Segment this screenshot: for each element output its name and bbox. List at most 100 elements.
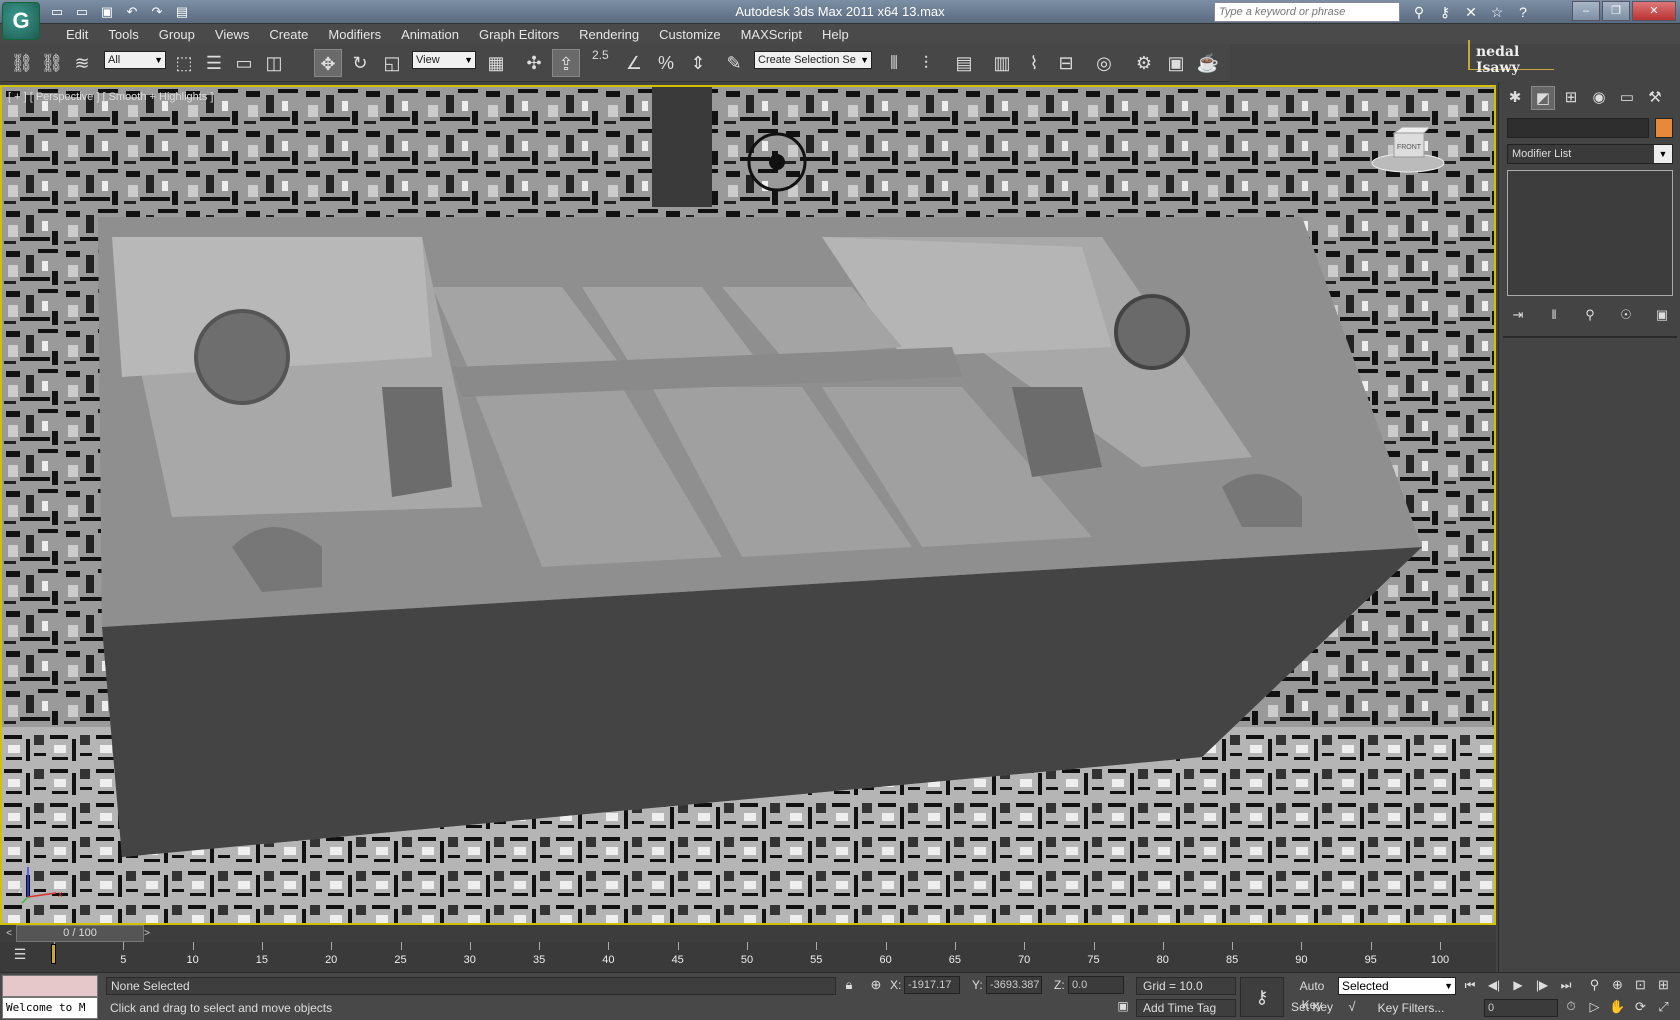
application-menu-button[interactable]: G (2, 2, 40, 40)
default-tangent-icon[interactable]: √ (1342, 999, 1362, 1017)
make-unique-icon[interactable]: ⚲ (1579, 304, 1601, 326)
go-to-end-icon[interactable]: ⏭ (1556, 975, 1576, 995)
select-and-move-icon[interactable]: ✥ (314, 49, 342, 77)
curve-editor-icon[interactable]: ⌇ (1020, 49, 1048, 77)
save-file-icon[interactable]: ▣ (96, 3, 118, 21)
menu-create[interactable]: Create (259, 27, 318, 42)
mirror-icon[interactable]: ⫴ (880, 49, 908, 77)
named-selection-dropdown[interactable]: Create Selection Se ▼ (754, 51, 872, 69)
modifier-list-dropdown[interactable]: Modifier List ▼ (1507, 144, 1673, 164)
project-folder-icon[interactable]: ▤ (171, 3, 193, 21)
time-slider[interactable]: < 0 / 100 > (0, 925, 1496, 942)
z-coord-field[interactable]: 0.0 (1068, 976, 1124, 994)
keyboard-shortcut-override-icon[interactable]: ⇪ (552, 49, 580, 77)
go-to-start-icon[interactable]: ⏮ (1460, 975, 1480, 995)
add-time-tag-icon[interactable]: ▣ (1114, 999, 1132, 1017)
configure-modifier-sets-icon[interactable]: ▣ (1651, 304, 1673, 326)
maxscript-output[interactable]: Welcome to M (2, 997, 98, 1019)
set-key-button[interactable]: Set Key (1288, 998, 1336, 1017)
set-keys-key-icon[interactable]: ⚷ (1240, 977, 1284, 1017)
time-slider-thumb[interactable]: 0 / 100 (16, 925, 144, 942)
x-coord-field[interactable]: -1917.17 (904, 976, 960, 994)
pan-icon[interactable]: ✋ (1607, 997, 1628, 1017)
render-production-icon[interactable]: ☕ (1194, 49, 1222, 77)
menu-group[interactable]: Group (149, 27, 205, 42)
y-coord-field[interactable]: -3693.387 (986, 976, 1042, 994)
angle-snap-icon[interactable]: ∠ (620, 49, 648, 77)
layer-manager-icon[interactable]: ▤ (950, 49, 978, 77)
new-scene-icon[interactable]: ▭ (46, 3, 68, 21)
menu-edit[interactable]: Edit (56, 27, 98, 42)
reference-coordinate-dropdown[interactable]: View ▼ (412, 51, 476, 69)
rectangular-selection-icon[interactable]: ▭ (230, 49, 258, 77)
previous-key-icon[interactable]: ◀| (1484, 975, 1504, 995)
next-key-icon[interactable]: |▶ (1532, 975, 1552, 995)
binoculars-icon[interactable]: ⚲ (1408, 2, 1430, 22)
pin-stack-icon[interactable]: ⇥ (1507, 304, 1529, 326)
select-and-rotate-icon[interactable]: ↻ (346, 49, 374, 77)
auto-key-button[interactable]: Auto Key (1288, 977, 1336, 1012)
unlink-selection-icon[interactable]: ⛓ (38, 49, 66, 77)
zoom-extents-icon[interactable]: ⊡ (1630, 975, 1651, 995)
zoom-all-icon[interactable]: ⊕ (1607, 975, 1628, 995)
minimize-button[interactable]: – (1572, 1, 1600, 21)
orbit-icon[interactable]: ⟳ (1630, 997, 1651, 1017)
play-icon[interactable]: ▶ (1508, 975, 1528, 995)
next-frame-icon[interactable]: > (140, 925, 154, 942)
percent-snap-icon[interactable]: % (652, 49, 680, 77)
menu-tools[interactable]: Tools (98, 27, 148, 42)
favorites-star-icon[interactable]: ☆ (1486, 2, 1508, 22)
utilities-tab-icon[interactable]: ⚒ (1643, 86, 1667, 110)
search-input[interactable]: Type a keyword or phrase (1214, 2, 1400, 22)
modifier-stack-list[interactable] (1507, 170, 1673, 296)
show-end-result-icon[interactable]: ‖ (1543, 304, 1565, 326)
menu-rendering[interactable]: Rendering (569, 27, 649, 42)
communication-icon[interactable]: ✕ (1460, 2, 1482, 22)
maximize-viewport-icon[interactable]: ⤢ (1653, 997, 1674, 1017)
mini-curve-editor-icon[interactable]: ☰ (8, 946, 32, 966)
menu-modifiers[interactable]: Modifiers (318, 27, 391, 42)
select-and-scale-icon[interactable]: ◱ (378, 49, 406, 77)
rendered-frame-window-icon[interactable]: ▣ (1162, 49, 1190, 77)
subscription-key-icon[interactable]: ⚷ (1434, 2, 1456, 22)
motion-tab-icon[interactable]: ◉ (1587, 86, 1611, 110)
track-bar-ruler[interactable]: 5 10 15 20 25 30 35 40 45 50 55 60 65 70 75 80 85 90 95 100 (54, 942, 1449, 972)
key-mode-dropdown[interactable]: Selected ▼ (1338, 977, 1456, 995)
maxscript-mini-listener[interactable]: Welcome to M (2, 975, 98, 1019)
selection-filter-dropdown[interactable]: All ▼ (104, 51, 166, 69)
time-configuration-icon[interactable]: ⏱ (1562, 999, 1580, 1017)
restore-button[interactable]: ❐ (1602, 1, 1630, 21)
key-filters-button[interactable]: Key Filters... (1366, 999, 1456, 1017)
field-of-view-icon[interactable]: ▷ (1584, 997, 1605, 1017)
object-color-swatch[interactable] (1655, 118, 1673, 138)
menu-help[interactable]: Help (812, 27, 859, 42)
menu-maxscript[interactable]: MAXScript (731, 27, 812, 42)
menu-views[interactable]: Views (205, 27, 259, 42)
current-frame-field[interactable]: 0 (1484, 999, 1558, 1017)
menu-graph-editors[interactable]: Graph Editors (469, 27, 569, 42)
display-tab-icon[interactable]: ▭ (1615, 86, 1639, 110)
use-pivot-center-icon[interactable]: ▦ (482, 49, 510, 77)
window-crossing-icon[interactable]: ◫ (260, 49, 288, 77)
selection-lock-icon[interactable]: 🔒︎ (840, 977, 858, 995)
hierarchy-tab-icon[interactable]: ⊞ (1559, 86, 1583, 110)
absolute-mode-icon[interactable]: ⊕ (866, 977, 886, 995)
redo-icon[interactable]: ↷ (146, 3, 168, 21)
menu-customize[interactable]: Customize (649, 27, 730, 42)
select-and-manipulate-icon[interactable]: ✣ (520, 49, 548, 77)
close-button[interactable]: ✕ (1632, 1, 1676, 21)
perspective-viewport[interactable]: [ + ] [ Perspective ] [ Smooth + Highlig… (0, 85, 1496, 925)
menu-animation[interactable]: Animation (391, 27, 469, 42)
maxscript-input[interactable] (2, 975, 98, 997)
select-and-link-icon[interactable]: ⛓ (8, 49, 36, 77)
viewcube[interactable]: FRONT (1368, 125, 1448, 178)
open-file-icon[interactable]: ▭ (71, 3, 93, 21)
modify-tab-icon[interactable]: ◩ (1531, 86, 1555, 110)
previous-frame-icon[interactable]: < (2, 925, 16, 942)
remove-modifier-icon[interactable]: ☉ (1615, 304, 1637, 326)
select-by-name-icon[interactable]: ☰ (200, 49, 228, 77)
zoom-icon[interactable]: ⚲ (1584, 975, 1605, 995)
zoom-extents-all-icon[interactable]: ⊞ (1653, 975, 1674, 995)
render-setup-icon[interactable]: ⚙ (1130, 49, 1158, 77)
align-icon[interactable]: ⫶ (912, 49, 940, 77)
